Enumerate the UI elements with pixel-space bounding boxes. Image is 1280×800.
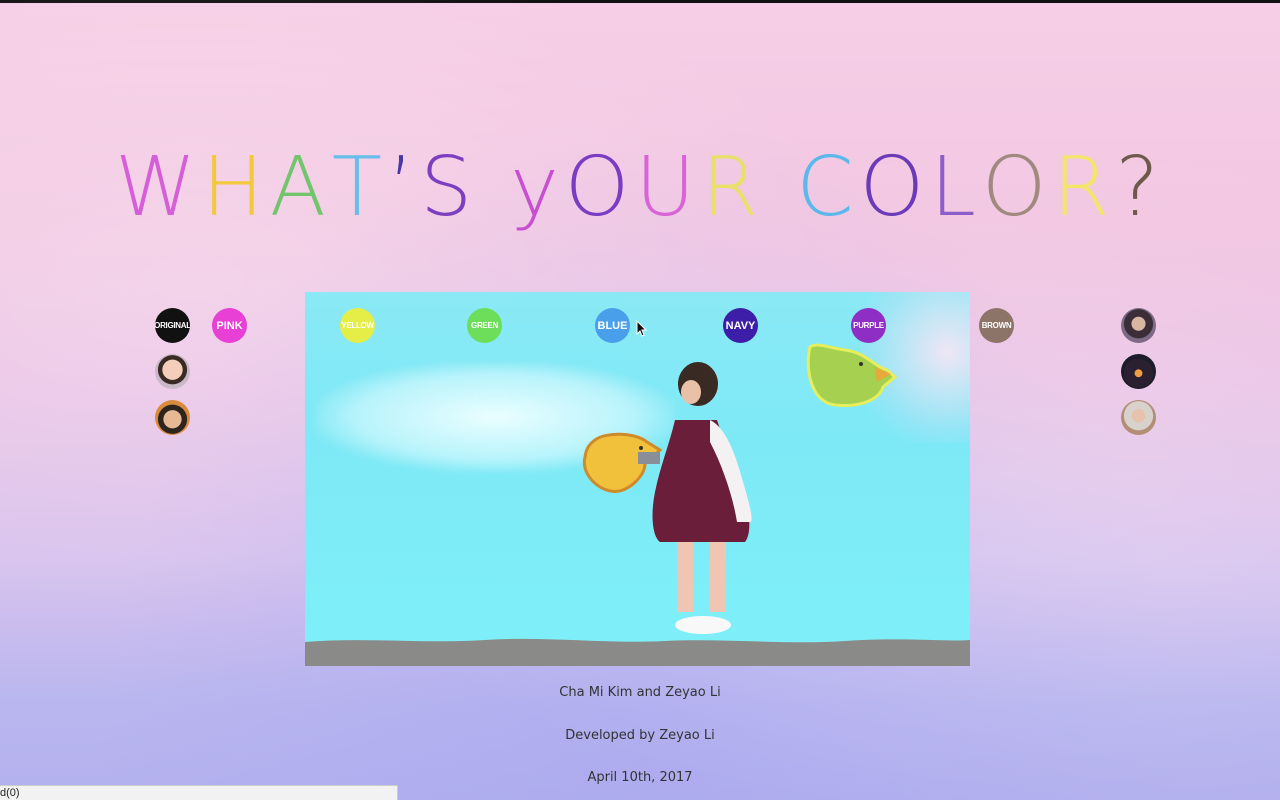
credits-developer: Developed by Zeyao Li [565,728,715,743]
user-avatar-5[interactable] [1121,400,1156,435]
title-letter: W [115,139,203,235]
pink-button-label: PINK [216,319,243,332]
title-letter: S [420,139,479,235]
title-letter: U [635,139,702,235]
original-button-label: ORIGINAL [155,321,190,330]
blue-color-button[interactable]: BLUE [595,308,630,343]
title-letter: O [981,139,1053,235]
title-letter [764,147,796,229]
blue-button-label: BLUE [597,319,628,332]
user-avatar-4[interactable] [1121,354,1156,389]
title-letter: ? [1115,139,1165,235]
title-letter: O [859,139,931,235]
navy-button-label: NAVY [725,319,756,332]
mouse-pointer-icon [636,320,648,337]
title-letter: y [510,139,565,235]
user-avatar-1[interactable] [155,354,190,389]
yellow-color-button[interactable]: YELLOW [340,308,375,343]
title-letter: R [1052,139,1116,235]
window-top-border [0,0,1280,3]
green-color-button[interactable]: GREEN [467,308,502,343]
title-letter: L [930,139,982,235]
title-letter: R [701,139,765,235]
page-title: WHAT’S yOUR COLOR? [0,139,1280,235]
navy-color-button[interactable]: NAVY [723,308,758,343]
brown-button-label: BROWN [981,321,1012,330]
user-avatar-3[interactable] [1121,308,1156,343]
title-letter: A [269,139,332,235]
original-color-button[interactable]: ORIGINAL [155,308,190,343]
yellow-button-label: YELLOW [341,321,374,330]
pink-color-button[interactable]: PINK [212,308,247,343]
title-letter [478,147,510,229]
stage-scene [305,343,970,666]
title-letter: T [331,139,388,235]
purple-button-label: PURPLE [853,321,884,330]
title-letter: ’ [388,139,421,235]
credits-date: April 10th, 2017 [587,770,693,785]
title-letter: C [796,139,860,235]
title-letter: H [202,139,270,235]
user-avatar-2[interactable] [155,400,190,435]
brown-color-button[interactable]: BROWN [979,308,1014,343]
purple-color-button[interactable]: PURPLE [851,308,886,343]
ground-strip [305,638,970,666]
title-letter: O [564,139,636,235]
credits-authors: Cha Mi Kim and Zeyao Li [559,685,721,700]
dancing-person-figure [638,362,752,634]
green-bird-sprite [806,343,898,407]
browser-status-bar: d(0) [0,785,398,800]
video-canvas[interactable] [305,292,970,666]
green-button-label: GREEN [471,321,498,330]
